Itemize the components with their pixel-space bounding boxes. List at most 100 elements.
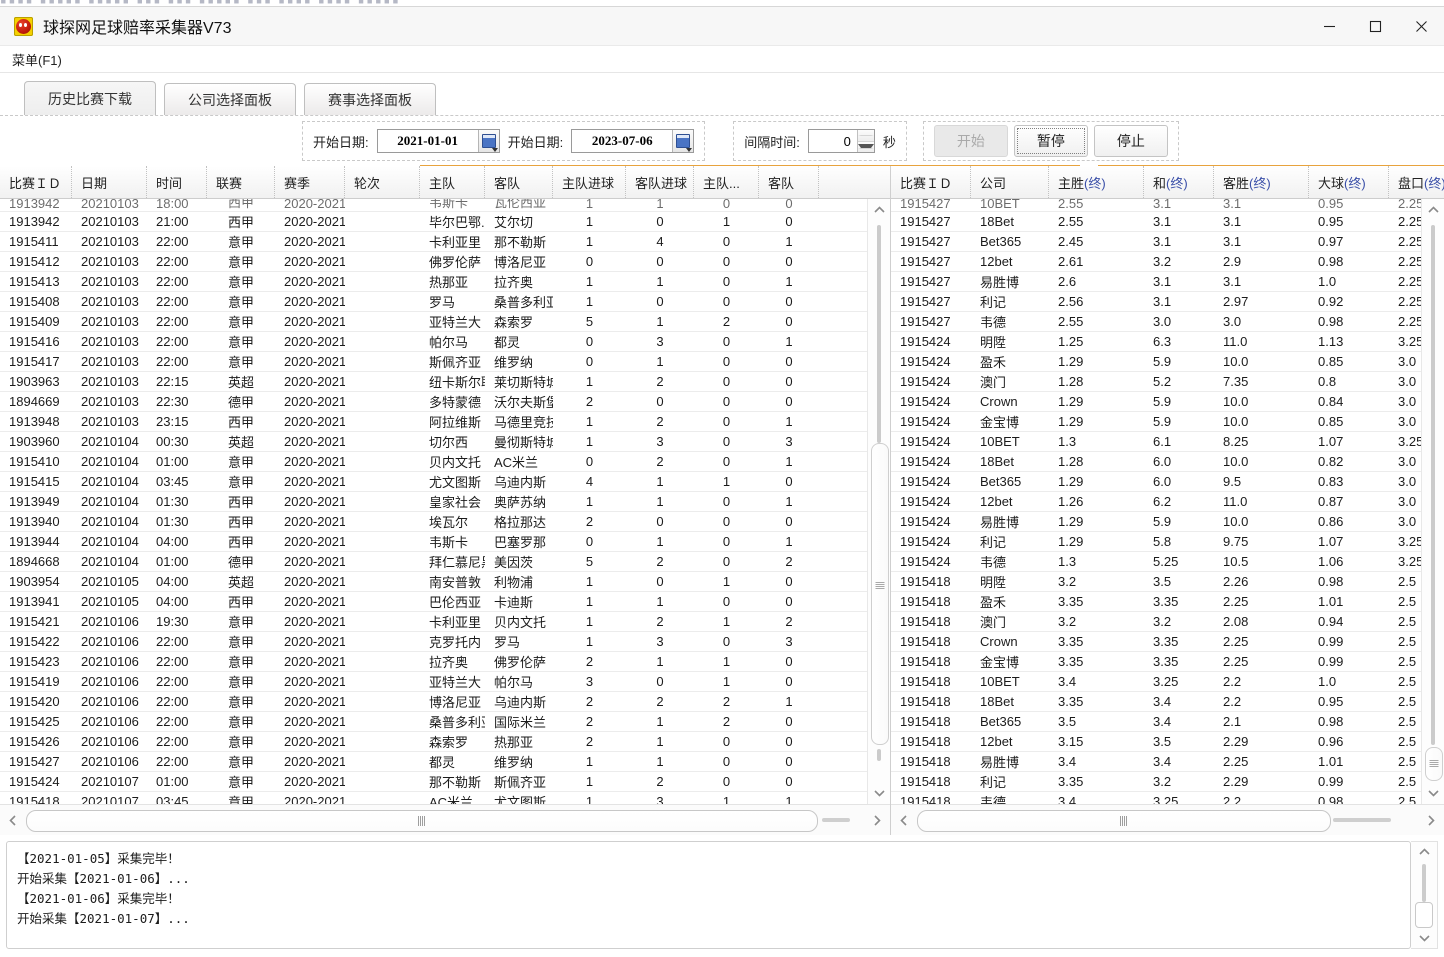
menu-item-main[interactable]: 菜单(F1) <box>0 48 72 71</box>
table-row[interactable]: 1915418 Bet365 3.5 3.4 2.1 0.98 2.5 <box>891 712 1444 732</box>
table-row[interactable]: 1913940 20210104 01:30 西甲 2020-2021 17 埃瓦尔 格拉那… <box>0 512 890 532</box>
table-row[interactable]: 1915424 利记 1.29 5.8 9.75 1.07 3.25 <box>891 532 1444 552</box>
table-row[interactable]: 1915424 10BET 1.3 6.1 8.25 1.07 3.25 <box>891 432 1444 452</box>
table-row[interactable]: 1915418 Crown 3.35 3.35 2.25 0.99 2.5 <box>891 632 1444 652</box>
table-row[interactable]: 1915427 18Bet 2.55 3.1 3.1 0.95 2.25 <box>891 212 1444 232</box>
column-header[interactable]: 客队 <box>485 166 553 198</box>
scroll-up-icon[interactable] <box>868 199 890 221</box>
table-row[interactable]: 1915415 20210104 03:45 意甲 2020-2021 15 尤文图斯乌迪… <box>0 472 890 492</box>
table-row[interactable]: 1915424 20210107 01:00 意甲 2020-2021 16 那不勒斯斯佩… <box>0 772 890 792</box>
column-header[interactable]: 客队进球 <box>626 166 694 198</box>
match-horizontal-scrollbar[interactable] <box>0 804 890 835</box>
table-row[interactable]: 1915418 12bet 3.15 3.5 2.29 0.96 2.5 <box>891 732 1444 752</box>
column-header[interactable]: 轮次 <box>345 166 420 198</box>
column-header[interactable]: 主队进球 <box>553 166 626 198</box>
column-header[interactable]: 大球 (终) <box>1309 166 1389 198</box>
scroll-left-icon[interactable] <box>893 806 915 834</box>
scroll-thumb[interactable] <box>871 443 889 745</box>
tab-company-panel[interactable]: 公司选择面板 <box>164 83 296 115</box>
stop-button[interactable]: 停止 <box>1093 125 1168 157</box>
end-date-input[interactable]: 2023-07-06 <box>571 129 695 153</box>
table-row[interactable]: 1915418 澳门 3.2 3.2 2.08 0.94 2.5 <box>891 612 1444 632</box>
table-row[interactable]: 1913949 20210104 01:30 西甲 2020-2021 17 皇家社会奥萨… <box>0 492 890 512</box>
scroll-track[interactable] <box>868 221 890 782</box>
scroll-down-icon[interactable] <box>1422 782 1444 804</box>
match-vertical-scrollbar[interactable] <box>867 199 890 804</box>
column-header[interactable]: 和 (终) <box>1144 166 1214 198</box>
table-row[interactable]: 1915418 金宝博 3.35 3.35 2.25 0.99 2.5 <box>891 652 1444 672</box>
scroll-right-icon[interactable] <box>866 806 888 834</box>
table-row[interactable]: 1915423 20210106 22:00 意甲 2020-2021 16 拉齐奥 佛罗伦… <box>0 652 890 672</box>
table-row[interactable]: 1915426 20210106 22:00 意甲 2020-2021 16 森索罗 热那亚… <box>0 732 890 752</box>
scroll-thumb[interactable] <box>1425 747 1443 781</box>
table-row[interactable]: 1915424 Bet365 1.29 6.0 9.5 0.83 3.0 <box>891 472 1444 492</box>
table-row[interactable]: 1894669 20210103 22:30 德甲 2020-2021 14 多特蒙德沃尔… <box>0 392 890 412</box>
table-row[interactable]: 1915417 20210103 22:00 意甲 2020-2021 15 斯佩齐亚维罗… <box>0 352 890 372</box>
table-row[interactable]: 1915419 20210106 22:00 意甲 2020-2021 16 亚特兰大帕尔… <box>0 672 890 692</box>
table-row[interactable]: 1915412 20210103 22:00 意甲 2020-2021 15 佛罗伦萨博洛… <box>0 252 890 272</box>
table-row[interactable]: 1913942 20210103 21:00 西甲 2020-2021 17 毕尔巴鄂..… <box>0 212 890 232</box>
table-row[interactable]: 1915418 20210107 03:45 意甲 2020-2021 16 AC米兰 尤文… <box>0 792 890 804</box>
table-row[interactable]: 1915424 明陞 1.25 6.3 11.0 1.13 3.25 <box>891 332 1444 352</box>
tab-event-panel[interactable]: 赛事选择面板 <box>304 83 436 115</box>
pause-button[interactable]: 暂停 <box>1013 125 1088 157</box>
table-row[interactable]: 1915427 20210106 22:00 意甲 2020-2021 16 都灵 维罗纳 1… <box>0 752 890 772</box>
tab-history-download[interactable]: 历史比赛下载 <box>24 81 156 115</box>
table-row[interactable]: 1915425 20210106 22:00 意甲 2020-2021 16 桑普多利亚国… <box>0 712 890 732</box>
table-row[interactable]: 1913942 20210103 18:00 西甲 2020-2021 17 韦斯卡 瓦伦西… <box>0 199 890 212</box>
scroll-up-icon[interactable] <box>1422 199 1444 221</box>
column-header[interactable]: 赛季 <box>275 166 345 198</box>
column-header[interactable]: 公司 <box>971 166 1049 198</box>
table-row[interactable]: 1915418 18Bet 3.35 3.4 2.2 0.95 2.5 <box>891 692 1444 712</box>
maximize-icon[interactable] <box>1352 7 1398 45</box>
calendar-icon[interactable] <box>672 130 694 152</box>
table-row[interactable]: 1915424 澳门 1.28 5.2 7.35 0.8 3.0 <box>891 372 1444 392</box>
scroll-track[interactable] <box>1422 221 1444 782</box>
table-row[interactable]: 1915424 18Bet 1.28 6.0 10.0 0.82 3.0 <box>891 452 1444 472</box>
table-row[interactable]: 1915421 20210106 19:30 意甲 2020-2021 16 卡利亚里贝内… <box>0 612 890 632</box>
column-header[interactable]: 盘口 (终) <box>1389 166 1444 198</box>
table-row[interactable]: 1915408 20210103 22:00 意甲 2020-2021 15 罗马 桑普多利… <box>0 292 890 312</box>
odds-horizontal-scrollbar[interactable] <box>891 804 1444 835</box>
column-header[interactable]: 客胜 (终) <box>1214 166 1309 198</box>
column-header[interactable]: 主胜 (终) <box>1049 166 1144 198</box>
table-row[interactable]: 1915422 20210106 22:00 意甲 2020-2021 16 克罗托内罗马… <box>0 632 890 652</box>
table-row[interactable]: 1903954 20210105 04:00 英超 2020-2021 17 南安普敦利物… <box>0 572 890 592</box>
table-row[interactable]: 1915424 金宝博 1.29 5.9 10.0 0.85 3.0 <box>891 412 1444 432</box>
table-row[interactable]: 1915418 韦德 3.4 3.25 2.2 0.98 2.5 <box>891 792 1444 804</box>
scroll-down-icon[interactable] <box>868 782 890 804</box>
table-row[interactable]: 1915418 10BET 3.4 3.25 2.2 1.0 2.5 <box>891 672 1444 692</box>
table-row[interactable]: 1915427 易胜博 2.6 3.1 3.1 1.0 2.25 <box>891 272 1444 292</box>
table-row[interactable]: 1915424 Crown 1.29 5.9 10.0 0.84 3.0 <box>891 392 1444 412</box>
table-row[interactable]: 1903960 20210104 00:30 英超 2020-2021 17 切尔西 曼彻斯… <box>0 432 890 452</box>
stepper-up-icon[interactable] <box>857 130 874 142</box>
table-row[interactable]: 1915409 20210103 22:00 意甲 2020-2021 15 亚特兰大森索… <box>0 312 890 332</box>
log-vertical-scrollbar[interactable] <box>1411 841 1438 949</box>
scroll-up-icon[interactable] <box>1411 842 1437 862</box>
table-row[interactable]: 1903963 20210103 22:15 英超 2020-2021 17 纽卡斯尔联莱… <box>0 372 890 392</box>
table-row[interactable]: 1915416 20210103 22:00 意甲 2020-2021 15 帕尔马 都灵 0… <box>0 332 890 352</box>
scroll-track[interactable] <box>24 810 866 832</box>
table-row[interactable]: 1915418 易胜博 3.4 3.4 2.25 1.01 2.5 <box>891 752 1444 772</box>
table-row[interactable]: 1915427 12bet 2.61 3.2 2.9 0.98 2.25 <box>891 252 1444 272</box>
table-row[interactable]: 1915420 20210106 22:00 意甲 2020-2021 16 博洛尼亚乌迪… <box>0 692 890 712</box>
table-row[interactable]: 1915427 Bet365 2.45 3.1 3.1 0.97 2.25 <box>891 232 1444 252</box>
table-row[interactable]: 1913948 20210103 23:15 西甲 2020-2021 17 阿拉维斯马德… <box>0 412 890 432</box>
stepper-down-icon[interactable] <box>857 141 874 152</box>
column-header[interactable]: 日期 <box>72 166 147 198</box>
scroll-track[interactable] <box>1411 862 1437 928</box>
column-header[interactable]: 比赛ＩＤ <box>0 166 72 198</box>
scroll-right-icon[interactable] <box>1420 806 1442 834</box>
start-button[interactable]: 开始 <box>933 125 1008 157</box>
minimize-icon[interactable] <box>1306 7 1352 45</box>
scroll-thumb[interactable] <box>917 810 1331 832</box>
table-row[interactable]: 1915410 20210104 01:00 意甲 2020-2021 15 贝内文托 AC… <box>0 452 890 472</box>
table-row[interactable]: 1915418 明陞 3.2 3.5 2.26 0.98 2.5 <box>891 572 1444 592</box>
table-row[interactable]: 1913944 20210104 04:00 西甲 2020-2021 17 韦斯卡 巴塞罗… <box>0 532 890 552</box>
table-row[interactable]: 1915427 10BET 2.55 3.1 3.1 0.95 2.25 <box>891 199 1444 212</box>
table-row[interactable]: 1915418 盈禾 3.35 3.35 2.25 1.01 2.5 <box>891 592 1444 612</box>
scroll-track[interactable] <box>915 810 1420 832</box>
scroll-down-icon[interactable] <box>1411 928 1437 948</box>
table-row[interactable]: 1915424 盈禾 1.29 5.9 10.0 0.85 3.0 <box>891 352 1444 372</box>
column-header[interactable]: 比赛ＩＤ <box>891 166 971 198</box>
